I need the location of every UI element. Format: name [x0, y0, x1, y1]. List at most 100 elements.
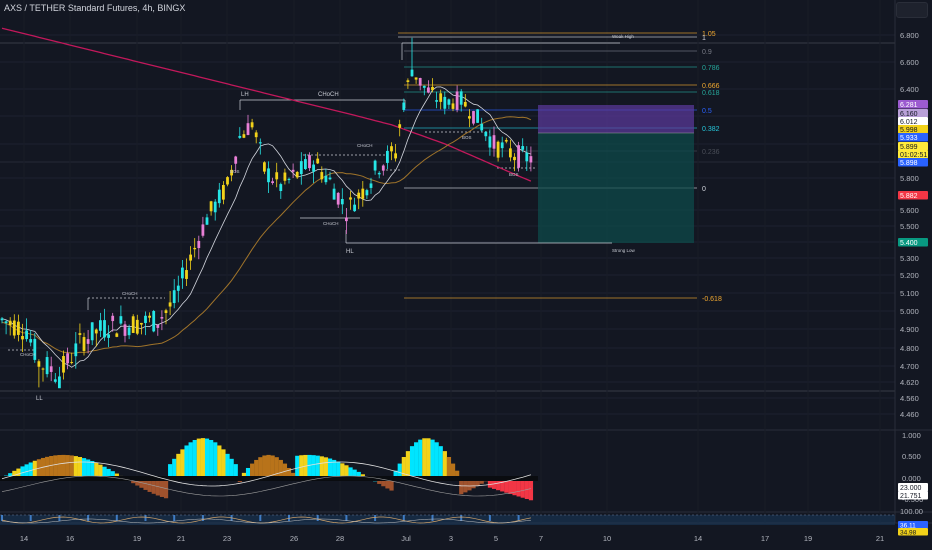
candle-body: [8, 320, 12, 326]
rsi-spike: [144, 515, 147, 521]
candle-body: [427, 87, 430, 93]
toolbar-button[interactable]: [896, 2, 928, 18]
price-axis-badge-text: 5.899: [900, 144, 918, 151]
histogram-bar: [172, 458, 177, 478]
price-tick-label: 5.800: [900, 174, 919, 183]
candle-body: [357, 192, 361, 199]
candle-body: [226, 177, 229, 185]
candle-body: [435, 100, 438, 102]
histogram-bar: [204, 438, 210, 478]
structure-label: HL: [346, 249, 354, 255]
candle-body: [377, 172, 381, 175]
histogram-bar: [405, 451, 411, 478]
candle-body: [521, 146, 525, 150]
histogram-bar: [217, 445, 222, 478]
candle-body: [340, 198, 344, 205]
structure-label: LH: [241, 92, 249, 98]
position-tool[interactable]: [538, 105, 694, 243]
candle-body: [414, 77, 418, 80]
candle-body: [422, 85, 426, 88]
candle-body: [279, 184, 283, 192]
rsi-spike: [58, 515, 61, 521]
candle-body: [373, 160, 377, 171]
candle-body: [254, 132, 258, 138]
price-tick-label: 4.800: [900, 344, 919, 353]
price-tick-label: 5.200: [900, 271, 919, 280]
price-axis-badge-text: 6.160: [900, 111, 918, 118]
histogram-bar: [225, 453, 230, 478]
histogram-bar: [307, 454, 312, 478]
histogram-bar: [524, 478, 529, 499]
histogram-bar: [221, 449, 226, 478]
histogram-bar: [53, 455, 58, 478]
candle-body: [37, 361, 41, 367]
rsi-spike: [431, 515, 434, 521]
candle-body: [131, 316, 135, 333]
price-tick-label: 6.400: [900, 85, 919, 94]
structure-label: Strong Low: [612, 248, 636, 253]
histogram-bar: [266, 454, 271, 478]
candle-body: [250, 122, 254, 128]
candle-body: [197, 240, 201, 249]
candle-body: [176, 285, 180, 291]
histogram-bar: [184, 445, 189, 478]
candle-body: [213, 201, 217, 213]
candle-body: [90, 322, 94, 341]
candle-body: [271, 181, 274, 184]
time-tick-label: Jul: [401, 534, 411, 543]
candle-body: [484, 131, 488, 137]
candle-body: [332, 188, 336, 200]
candle-body: [480, 123, 484, 131]
candle-body: [386, 150, 389, 163]
candle-body: [443, 96, 447, 109]
price-axis-badge-text: 6.281: [900, 102, 918, 109]
histogram-bar: [77, 456, 83, 478]
candle-body: [103, 320, 106, 338]
candle-body: [82, 337, 86, 351]
histogram-bar: [90, 461, 95, 478]
osc-value-text: 21.751: [900, 493, 922, 500]
histogram-bar: [401, 456, 406, 478]
chart-canvas[interactable]: 1.0510.90.7860.6660.6180.50.3820.2360-0.…: [0, 0, 932, 550]
structure-label: CHoCH: [122, 291, 138, 296]
symbol-title[interactable]: AXS / TETHER Standard Futures, 4h, BINGX: [4, 3, 185, 13]
time-tick-label: 14: [694, 534, 702, 543]
candle-body: [320, 172, 324, 180]
candle-body: [263, 162, 266, 172]
histogram-bar: [434, 442, 439, 478]
candle-body: [123, 324, 127, 336]
candle-body: [209, 201, 213, 212]
price-tick-label: 6.800: [900, 31, 919, 40]
candle-body: [12, 320, 16, 336]
rsi-band: [0, 515, 895, 525]
histogram-bar: [315, 455, 320, 478]
candle-body: [468, 116, 471, 119]
candle-body: [181, 267, 184, 279]
candle-body: [287, 178, 291, 180]
candle-body: [439, 93, 443, 102]
candle-body: [451, 103, 455, 109]
rsi-spike: [345, 515, 348, 521]
histogram-bar: [180, 449, 185, 478]
histogram-bar: [323, 457, 329, 478]
time-tick-label: 10: [603, 534, 611, 543]
candle-body: [291, 169, 295, 172]
price-tick-label: 4.700: [900, 362, 919, 371]
candle-body: [160, 317, 164, 319]
histogram-bar: [49, 455, 54, 478]
histogram-bar: [209, 439, 214, 478]
histogram-bar: [192, 439, 197, 478]
candle-body: [500, 142, 504, 149]
candle-body: [431, 86, 434, 91]
fib-level-label: 0: [702, 186, 706, 193]
candle-body: [283, 172, 287, 181]
candle-body: [267, 168, 270, 183]
candle-body: [312, 164, 315, 172]
candle-body: [496, 141, 500, 158]
candle-body: [201, 224, 205, 236]
structure-label: CHoCH: [323, 221, 339, 226]
candle-body: [4, 321, 8, 323]
time-tick-label: 21: [177, 534, 185, 543]
histogram-bar: [61, 454, 66, 478]
fib-level-label: 0.5: [702, 108, 712, 115]
